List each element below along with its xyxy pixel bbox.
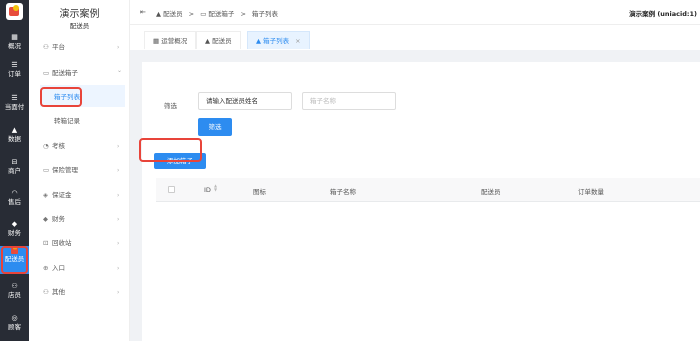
sidebar-item-entry[interactable]: ⊕ 入口 xyxy=(43,262,65,274)
nav-staff[interactable]: ⚇ 店员 xyxy=(0,282,29,309)
nav-overview[interactable]: ▦ 概况 xyxy=(0,33,29,60)
sidebar-item-assessment[interactable]: ◔ 考核 xyxy=(43,140,65,152)
sidebar-subtitle: 配送员 xyxy=(69,22,90,30)
nav-aftersale[interactable]: ◠ 售后 xyxy=(0,189,29,216)
nav-merchant[interactable]: ⊟ 商户 xyxy=(0,158,29,185)
sidebar-item-label: 平台 xyxy=(52,43,65,51)
breadcrumb-item-courier[interactable]: 配送员 xyxy=(163,10,183,18)
tab-operations-overview[interactable]: ▦ 运营概况 xyxy=(144,31,197,49)
filter-label: 筛选 xyxy=(164,102,177,110)
highlight-box-courier xyxy=(1,246,28,274)
data-icon: ▲ xyxy=(11,126,18,134)
aftersale-icon: ◠ xyxy=(11,189,18,197)
main-content: 筛选 请输入配送员姓名 箱子名称 筛选 添加箱子 ID ▲ ▼ 图标 箱子名称 配… xyxy=(130,50,700,341)
sidebar-item-delivery-box[interactable]: ▭ 配送箱子 xyxy=(43,67,78,79)
nav-data[interactable]: ▲ 数据 xyxy=(0,126,29,153)
breadcrumb-item-box-list: 箱子列表 xyxy=(252,10,279,18)
filter-button[interactable]: 筛选 xyxy=(198,118,232,136)
box-name-input[interactable]: 箱子名称 xyxy=(302,92,396,110)
sidebar-item-label: 保证金 xyxy=(52,191,72,199)
courier-icon: ▲ xyxy=(205,37,210,45)
merchant-icon: ⊟ xyxy=(11,158,18,166)
app-logo xyxy=(6,3,23,20)
sidebar-item-label: 财务 xyxy=(52,215,65,223)
tab-courier[interactable]: ▲ 配送员 xyxy=(196,31,241,49)
courier-name-input[interactable]: 请输入配送员姓名 xyxy=(198,92,292,110)
document-icon: ▭ xyxy=(43,166,50,174)
clock-icon: ◔ xyxy=(43,142,49,150)
dashboard-icon: ▦ xyxy=(11,33,18,41)
user-icon: ⚇ xyxy=(43,43,49,51)
column-box-name: 箱子名称 xyxy=(330,188,356,196)
nav-face-pay[interactable]: ☰ 当面付 xyxy=(0,94,29,121)
account-name[interactable]: 演示案例 (uniacid:1) xyxy=(629,8,697,18)
nav-staff-label: 店员 xyxy=(8,291,21,299)
column-icon: 图标 xyxy=(253,188,266,196)
column-courier: 配送员 xyxy=(481,188,501,196)
nav-overview-label: 概况 xyxy=(8,42,21,50)
sidebar-item-label: 保险管理 xyxy=(52,166,78,174)
tab-box-list[interactable]: ▲ 箱子列表 × xyxy=(247,31,310,49)
nav-customer[interactable]: ◎ 顾客 xyxy=(0,314,29,341)
highlight-box-add-button xyxy=(139,138,202,162)
breadcrumb: ▲ 配送员 > ▭ 配送箱子 > 箱子列表 xyxy=(156,8,278,18)
main-nav-rail: ▦ 概况 ☰ 订单 ☰ 当面付 ▲ 数据 ⊟ 商户 ◠ 售后 ◆ 财务 配送员 … xyxy=(0,0,29,341)
customer-icon: ◎ xyxy=(11,314,18,322)
sidebar-item-deposit[interactable]: ◈ 保证金 xyxy=(43,189,72,201)
courier-icon: ▲ xyxy=(256,37,261,45)
courier-icon: ▲ xyxy=(156,10,161,18)
nav-aftersale-label: 售后 xyxy=(8,198,21,206)
pay-icon: ☰ xyxy=(11,94,18,102)
finance-icon: ◆ xyxy=(43,215,48,223)
dashboard-icon: ▦ xyxy=(153,37,160,45)
nav-orders[interactable]: ☰ 订单 xyxy=(0,61,29,88)
box-icon: ▭ xyxy=(200,10,207,18)
sidebar-item-label: 考核 xyxy=(52,142,65,150)
sidebar-item-transfer-log[interactable]: 转箱记录 xyxy=(54,115,80,127)
nav-finance[interactable]: ◆ 财务 xyxy=(0,220,29,247)
nav-merchant-label: 商户 xyxy=(8,167,21,175)
sort-icon[interactable]: ▲ ▼ xyxy=(214,184,217,192)
staff-icon: ⚇ xyxy=(11,282,18,290)
sidebar-item-label: 转箱记录 xyxy=(54,117,80,125)
nav-orders-label: 订单 xyxy=(8,70,21,78)
content-panel: 筛选 请输入配送员姓名 箱子名称 筛选 添加箱子 ID ▲ ▼ 图标 箱子名称 配… xyxy=(142,62,700,341)
close-icon[interactable]: × xyxy=(295,37,300,45)
sidebar-item-insurance[interactable]: ▭ 保险管理 xyxy=(43,164,78,176)
sidebar-item-finance[interactable]: ◆ 财务 xyxy=(43,213,65,225)
shield-icon: ◈ xyxy=(43,191,48,199)
sidebar-item-label: 回收站 xyxy=(52,239,72,247)
tab-bar: ▦ 运营概况 ▲ 配送员 ▲ 箱子列表 × xyxy=(130,26,700,50)
sidebar-item-recycle-bin[interactable]: ⊡ 回收站 xyxy=(43,237,72,249)
trash-icon: ⊡ xyxy=(43,239,49,247)
user-icon: ⚇ xyxy=(43,288,49,296)
tab-label: 箱子列表 xyxy=(263,37,290,45)
nav-face-pay-label: 当面付 xyxy=(4,103,25,111)
collapse-menu-icon[interactable]: ⇤ xyxy=(140,8,146,16)
orders-icon: ☰ xyxy=(11,61,18,69)
sidebar-item-label: 配送箱子 xyxy=(52,69,78,77)
tab-label: 运营概况 xyxy=(161,37,188,45)
sidebar-item-label: 入口 xyxy=(52,264,65,272)
nav-finance-label: 财务 xyxy=(8,229,21,237)
sidebar-item-label: 其他 xyxy=(52,288,65,296)
table-header: ID ▲ ▼ 图标 箱子名称 配送员 订单数量 xyxy=(156,178,700,202)
box-icon: ▭ xyxy=(43,69,50,77)
breadcrumb-separator: > xyxy=(240,10,246,18)
plus-circle-icon: ⊕ xyxy=(43,264,49,272)
sidebar-item-platform[interactable]: ⚇ 平台 xyxy=(43,41,65,53)
breadcrumb-separator: > xyxy=(188,10,195,18)
sidebar-item-other[interactable]: ⚇ 其他 xyxy=(43,286,65,298)
finance-icon: ◆ xyxy=(11,220,18,228)
column-id[interactable]: ID xyxy=(204,186,211,194)
column-order-count: 订单数量 xyxy=(578,188,604,196)
select-all-checkbox[interactable] xyxy=(168,186,175,193)
top-header: ⇤ ▲ 配送员 > ▭ 配送箱子 > 箱子列表 演示案例 (uniacid:1) xyxy=(130,0,700,25)
nav-data-label: 数据 xyxy=(8,135,21,143)
breadcrumb-item-delivery-box[interactable]: 配送箱子 xyxy=(208,10,234,18)
highlight-box-box-list xyxy=(40,87,82,107)
tab-label: 配送员 xyxy=(212,37,232,45)
sidebar-title: 演示案例 xyxy=(59,9,100,20)
nav-customer-label: 顾客 xyxy=(8,323,21,331)
